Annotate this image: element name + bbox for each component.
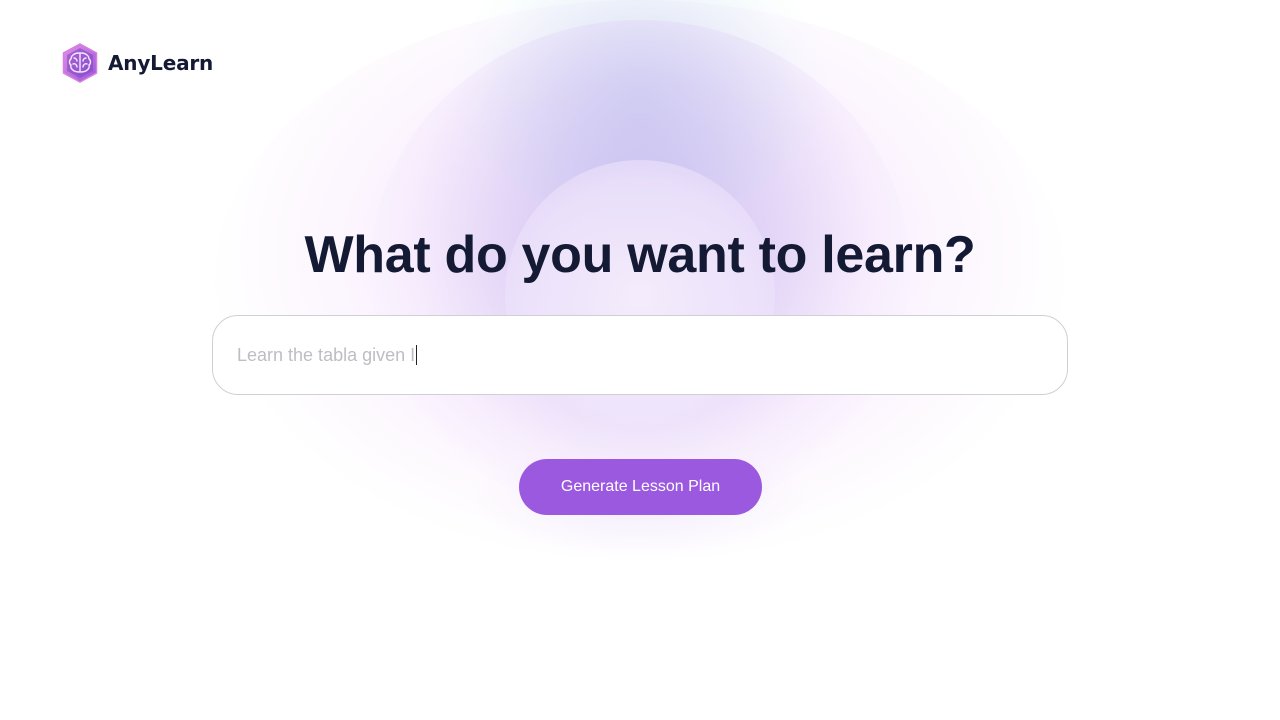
learning-goal-input[interactable]: Learn the tabla given I [212, 315, 1068, 395]
brain-hexagon-icon [62, 43, 98, 83]
brand-name: AnyLearn [108, 51, 214, 75]
text-caret [416, 345, 418, 365]
generate-lesson-plan-button[interactable]: Generate Lesson Plan [519, 459, 762, 515]
page-heading: What do you want to learn? [304, 226, 976, 284]
brand-logo-link[interactable]: AnyLearn [60, 42, 213, 84]
learning-goal-input-value: Learn the tabla given I [237, 344, 416, 365]
app-page: AnyLearn What do you want to learn? Lear… [0, 0, 1280, 720]
